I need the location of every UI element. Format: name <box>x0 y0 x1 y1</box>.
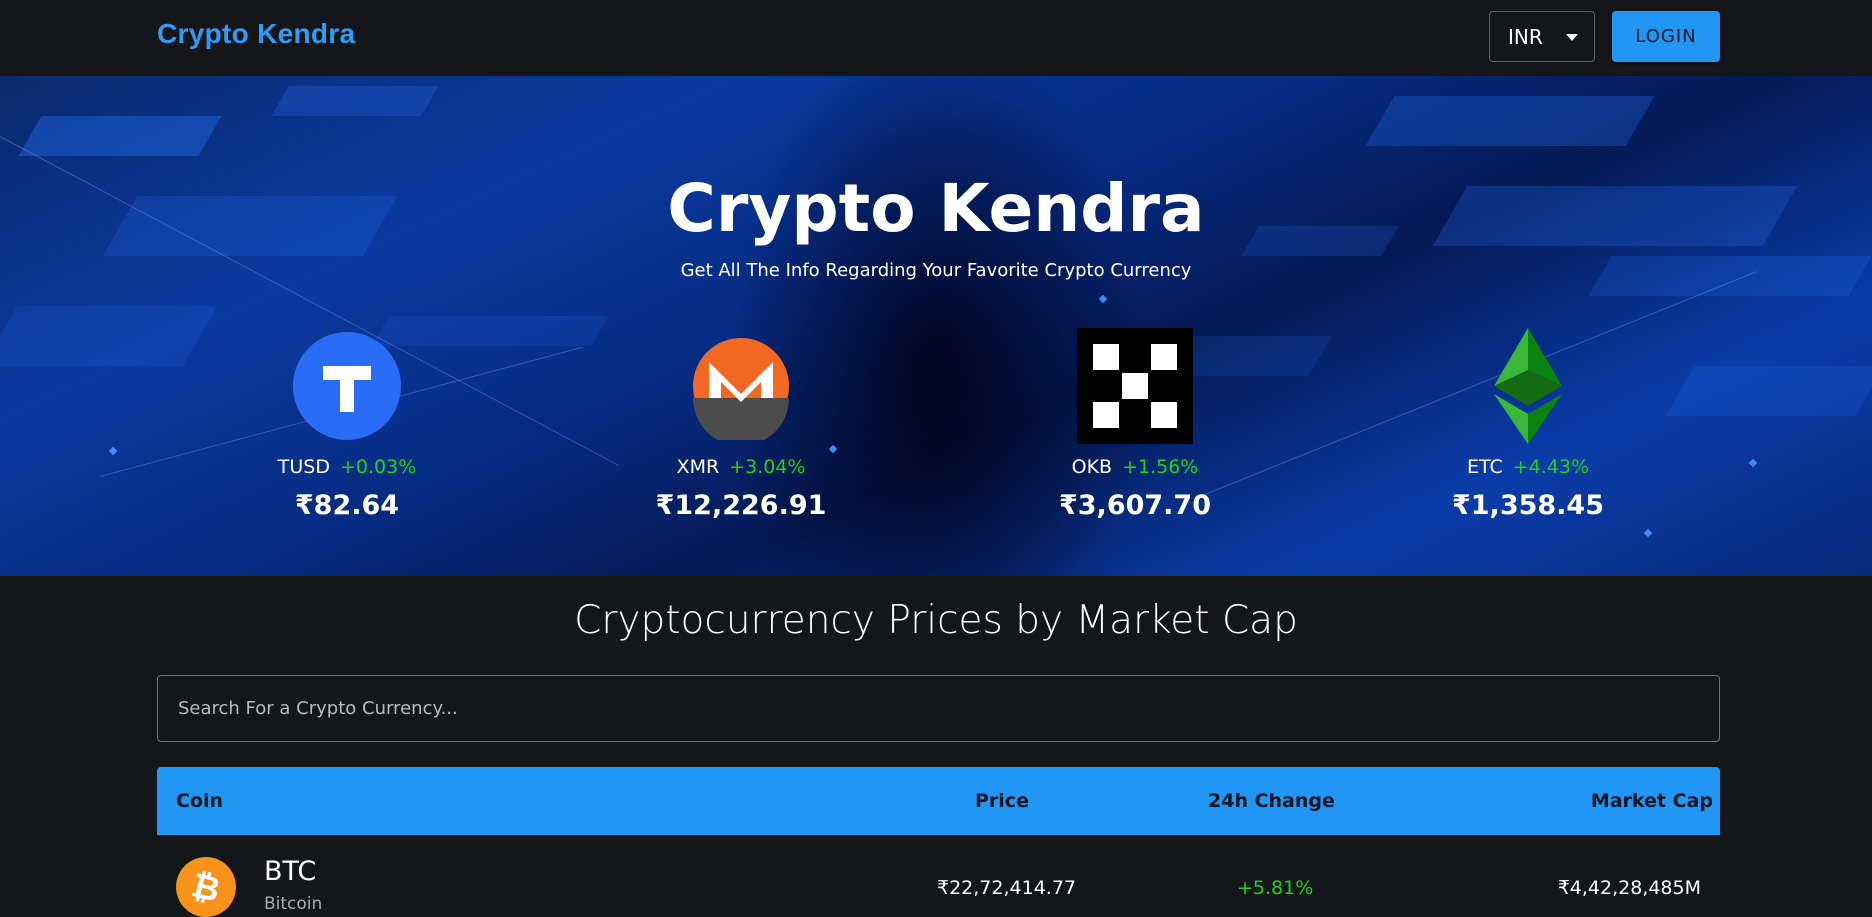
column-header-24h-change[interactable]: 24h Change <box>1208 790 1335 812</box>
okb-icon <box>1077 328 1193 444</box>
table-row[interactable]: ₿ BTC Bitcoin ₹22,72,414.77 +5.81% ₹4,42… <box>157 835 1720 917</box>
bg-dot <box>1643 528 1653 538</box>
bg-panel <box>18 116 222 156</box>
currency-select[interactable]: INR <box>1489 11 1595 62</box>
ethereum-classic-icon <box>1494 328 1562 444</box>
tusd-icon <box>293 332 401 440</box>
bg-panel <box>271 86 439 116</box>
carousel-coin-card[interactable]: ETC +4.43% ₹1,358.45 <box>1428 328 1628 532</box>
caret-down-icon <box>1566 34 1578 41</box>
bitcoin-icon: ₿ <box>176 857 236 917</box>
search-input[interactable] <box>157 675 1720 742</box>
coin-symbol: TUSD <box>277 456 330 478</box>
bg-panel <box>1365 96 1655 146</box>
coin-symbol: BTC <box>264 856 317 887</box>
bg-dot <box>108 446 118 456</box>
login-button[interactable]: LOGIN <box>1612 11 1720 62</box>
coin-price: ₹3,607.70 <box>1058 490 1212 521</box>
coin-symbol: XMR <box>676 456 720 478</box>
bg-panel <box>1665 366 1872 416</box>
coin-price: ₹1,358.45 <box>1451 490 1605 521</box>
column-header-coin[interactable]: Coin <box>176 790 223 812</box>
column-header-price[interactable]: Price <box>975 790 1029 812</box>
column-header-market-cap[interactable]: Market Cap <box>1591 790 1713 812</box>
coin-price: ₹12,226.91 <box>655 490 827 521</box>
carousel-coin-card[interactable]: XMR +3.04% ₹12,226.91 <box>641 332 841 532</box>
hero-banner: Crypto Kendra Get All The Info Regarding… <box>0 76 1872 576</box>
bg-panel <box>0 306 218 366</box>
carousel-coin-card[interactable]: TUSD +0.03% ₹82.64 <box>247 332 447 532</box>
coin-change: +1.56% <box>1122 456 1199 478</box>
coin-change: +3.04% <box>729 456 806 478</box>
hero-title: Crypto Kendra <box>667 170 1205 247</box>
hero-subtitle: Get All The Info Regarding Your Favorite… <box>680 260 1192 281</box>
coin-change: +0.03% <box>339 456 417 478</box>
bg-dot <box>1098 294 1108 304</box>
brand-logo-text[interactable]: Crypto Kendra <box>157 18 355 50</box>
coin-name: Bitcoin <box>264 894 323 914</box>
coin-price: ₹82.64 <box>294 490 400 521</box>
top-navbar: Crypto Kendra INR LOGIN <box>0 0 1872 76</box>
carousel-coin-card[interactable]: OKB +1.56% ₹3,607.70 <box>1035 328 1235 532</box>
monero-icon <box>693 338 789 440</box>
coin-market-cap: ₹4,42,28,485M <box>1557 877 1701 899</box>
coin-change: +5.81% <box>1237 877 1314 899</box>
coin-symbol: OKB <box>1071 456 1113 478</box>
table-header: Coin Price 24h Change Market Cap <box>157 767 1720 835</box>
section-title: Cryptocurrency Prices by Market Cap <box>574 598 1298 643</box>
coin-symbol: ETC <box>1466 456 1503 478</box>
bg-dot <box>1748 458 1758 468</box>
coin-change: +4.43% <box>1512 456 1590 478</box>
coin-price: ₹22,72,414.77 <box>937 877 1077 899</box>
currency-value: INR <box>1508 24 1543 49</box>
